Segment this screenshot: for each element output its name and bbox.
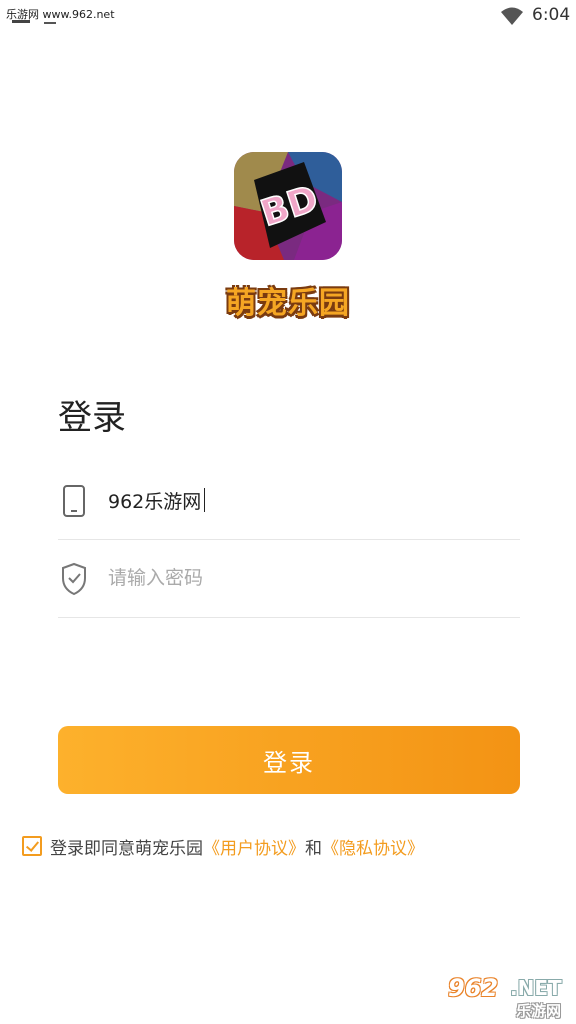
site-watermark: 962 .NET 乐游网: [438, 972, 570, 1022]
agreement-text: 登录即同意萌宠乐园: [50, 838, 203, 859]
shield-check-icon: [62, 562, 86, 596]
page-title: 登录: [58, 398, 126, 438]
notification-icon-secondary: [44, 22, 56, 24]
agree-checkbox[interactable]: [22, 836, 42, 856]
app-name: 萌宠乐园: [226, 286, 350, 321]
status-time: 6:04: [532, 5, 571, 25]
login-button[interactable]: 登录: [58, 726, 520, 794]
agreement-row: 登录即同意萌宠乐园 《用户协议》 和 《隐私协议》: [22, 833, 424, 859]
status-bar: 乐游网 www.962.net 6:04: [0, 0, 576, 34]
password-input[interactable]: [108, 562, 508, 594]
phone-input[interactable]: [108, 484, 508, 516]
user-agreement-link[interactable]: 《用户协议》: [203, 834, 305, 859]
watermark-number: 962: [448, 974, 499, 1002]
agreement-conjunction: 和: [305, 838, 322, 859]
app-logo: BD: [234, 152, 342, 260]
notification-icon: [12, 20, 30, 23]
watermark-chinese: 乐游网: [516, 1002, 562, 1020]
wifi-icon: [501, 7, 523, 25]
privacy-agreement-link[interactable]: 《隐私协议》: [322, 834, 424, 859]
phone-icon: [63, 485, 85, 517]
text-caret: [204, 488, 205, 512]
watermark-suffix: .NET: [510, 976, 562, 1000]
password-field: [58, 540, 520, 618]
phone-field: [58, 462, 520, 540]
